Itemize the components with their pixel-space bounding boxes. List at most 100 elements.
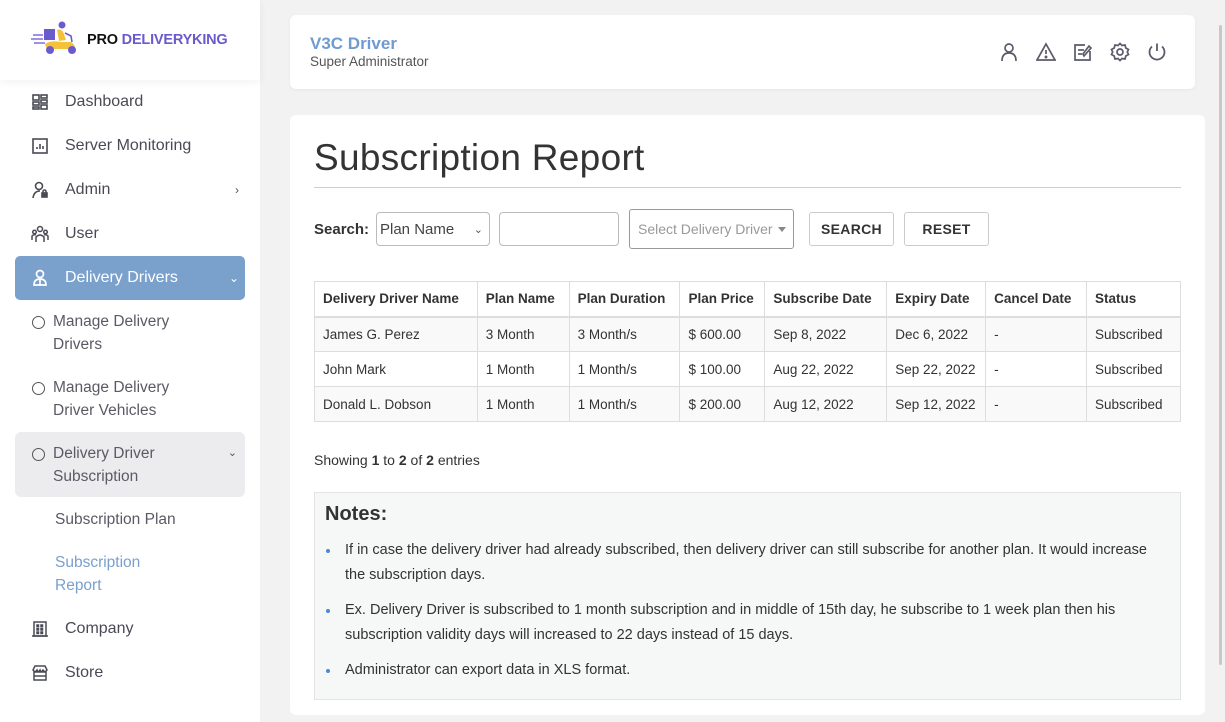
entries-info: Showing 1 to 2 of 2 entries	[314, 452, 480, 468]
entries-from: 1	[371, 452, 380, 468]
divider	[314, 187, 1181, 188]
sidebar-item-label: Server Monitoring	[65, 137, 192, 154]
caret-down-icon	[778, 227, 786, 232]
driver-icon	[31, 269, 49, 287]
store-icon	[31, 664, 49, 682]
sidebar-subitem-delivery-driver-subscription[interactable]: Delivery Driver Subscription ⌄	[15, 432, 245, 497]
sidebar-item-delivery-drivers[interactable]: Delivery Drivers ⌄	[15, 256, 245, 300]
user-name: V3C Driver	[310, 34, 397, 53]
search-button[interactable]: SEARCH	[809, 212, 894, 246]
cell-status: Subscribed	[1085, 386, 1182, 422]
brand-name: PRO DELIVERYKING	[87, 32, 228, 48]
entries-text: entries	[437, 452, 480, 468]
sidebar-subitem-manage-delivery-drivers[interactable]: Manage Delivery Drivers	[15, 310, 245, 356]
sidebar-subitem-label: Manage Delivery Drivers	[53, 313, 170, 353]
sidebar-item-label: Dashboard	[65, 93, 144, 110]
warning-icon[interactable]	[1036, 42, 1056, 62]
entries-text: to	[383, 452, 395, 468]
table-header-row: Delivery Driver Name Plan Name Plan Dura…	[314, 281, 1182, 318]
column-header[interactable]: Subscribe Date	[764, 281, 888, 318]
cell-subscribe-date: Aug 22, 2022	[764, 351, 888, 387]
circle-icon	[32, 382, 45, 395]
column-header[interactable]: Status	[1085, 281, 1182, 318]
circle-icon	[32, 448, 45, 461]
chevron-down-icon: ⌄	[227, 447, 237, 459]
power-icon[interactable]	[1147, 42, 1167, 62]
column-header[interactable]: Cancel Date	[985, 281, 1087, 318]
sidebar-item-store[interactable]: Store	[15, 651, 245, 695]
cell-cancel-date: -	[985, 351, 1087, 387]
column-header[interactable]: Plan Duration	[568, 281, 681, 318]
user-role: Super Administrator	[310, 54, 429, 69]
cell-plan-duration: 1 Month/s	[568, 386, 681, 422]
sidebar-item-dashboard[interactable]: Dashboard	[15, 80, 245, 124]
header-bar: V3C Driver Super Administrator	[290, 15, 1195, 89]
cell-status: Subscribed	[1085, 351, 1182, 387]
search-label: Search:	[314, 221, 370, 238]
notes-panel: Notes: If in case the delivery driver ha…	[314, 492, 1181, 700]
building-icon	[31, 620, 49, 638]
sidebar-link-subscription-report[interactable]: Subscription Report	[55, 551, 165, 597]
cell-status: Subscribed	[1085, 316, 1182, 352]
logo[interactable]: PRO DELIVERYKING	[0, 0, 260, 80]
sidebar-item-admin[interactable]: Admin ›	[15, 168, 245, 212]
cell-plan-duration: 1 Month/s	[568, 351, 681, 387]
cell-subscribe-date: Sep 8, 2022	[764, 316, 888, 352]
chart-icon	[31, 137, 49, 155]
notes-title: Notes:	[325, 503, 388, 525]
settings-icon[interactable]	[1110, 42, 1130, 62]
column-header[interactable]: Delivery Driver Name	[314, 281, 478, 318]
admin-lock-icon	[31, 181, 49, 199]
sidebar-item-label: Delivery Drivers	[65, 269, 178, 286]
cell-plan-price: $ 600.00	[679, 316, 766, 352]
sidebar-item-label: User	[65, 225, 99, 242]
cell-plan-name: 3 Month	[476, 316, 570, 352]
column-header[interactable]: Expiry Date	[886, 281, 987, 318]
table-row: James G. Perez 3 Month 3 Month/s $ 600.0…	[314, 316, 1182, 352]
search-field-select[interactable]: Plan Name ⌄	[376, 212, 490, 246]
chevron-down-icon: ⌄	[228, 271, 239, 285]
column-header[interactable]: Plan Price	[679, 281, 766, 318]
entries-to: 2	[398, 452, 407, 468]
cell-expiry-date: Dec 6, 2022	[886, 316, 987, 352]
sidebar-subitem-label: Manage Delivery Driver Vehicles	[53, 379, 170, 419]
table-row: John Mark 1 Month 1 Month/s $ 100.00 Aug…	[314, 351, 1182, 387]
sidebar-link-subscription-plan[interactable]: Subscription Plan	[55, 508, 176, 531]
sidebar-item-company[interactable]: Company	[15, 607, 245, 651]
edit-icon[interactable]	[1073, 42, 1093, 62]
cell-expiry-date: Sep 22, 2022	[886, 351, 987, 387]
cell-plan-price: $ 200.00	[679, 386, 766, 422]
entries-text: Showing	[314, 452, 368, 468]
cell-driver-name: Donald L. Dobson	[314, 386, 478, 422]
entries-total: 2	[426, 452, 434, 468]
sidebar-subitem-manage-driver-vehicles[interactable]: Manage Delivery Driver Vehicles	[15, 376, 245, 422]
select-placeholder: Select Delivery Driver	[638, 221, 773, 237]
cell-plan-name: 1 Month	[476, 351, 570, 387]
main-content: Subscription Report Search: Plan Name ⌄ …	[290, 115, 1205, 715]
note-item: If in case the delivery driver had alrea…	[325, 538, 1170, 588]
page-scrollbar[interactable]	[1219, 25, 1222, 665]
delivery-driver-select[interactable]: Select Delivery Driver	[629, 209, 794, 249]
cell-plan-duration: 3 Month/s	[568, 316, 681, 352]
sidebar-item-user[interactable]: User	[15, 212, 245, 256]
select-value: Plan Name	[380, 220, 455, 238]
subscription-table: Delivery Driver Name Plan Name Plan Dura…	[314, 281, 1182, 422]
circle-icon	[32, 316, 45, 329]
page-title: Subscription Report	[314, 137, 645, 178]
user-icon[interactable]	[999, 42, 1019, 62]
reset-button[interactable]: RESET	[904, 212, 989, 246]
chevron-right-icon: ›	[235, 183, 239, 197]
cell-driver-name: John Mark	[314, 351, 478, 387]
cell-cancel-date: -	[985, 386, 1087, 422]
note-item: Administrator can export data in XLS for…	[325, 658, 1170, 683]
cell-plan-name: 1 Month	[476, 386, 570, 422]
note-item: Ex. Delivery Driver is subscribed to 1 m…	[325, 598, 1170, 648]
sidebar-item-server-monitoring[interactable]: Server Monitoring	[15, 124, 245, 168]
sidebar-item-label: Admin	[65, 181, 111, 198]
dashboard-icon	[31, 93, 49, 111]
search-input[interactable]	[499, 212, 619, 246]
column-header[interactable]: Plan Name	[476, 281, 570, 318]
cell-expiry-date: Sep 12, 2022	[886, 386, 987, 422]
header-actions	[999, 42, 1167, 62]
cell-plan-price: $ 100.00	[679, 351, 766, 387]
